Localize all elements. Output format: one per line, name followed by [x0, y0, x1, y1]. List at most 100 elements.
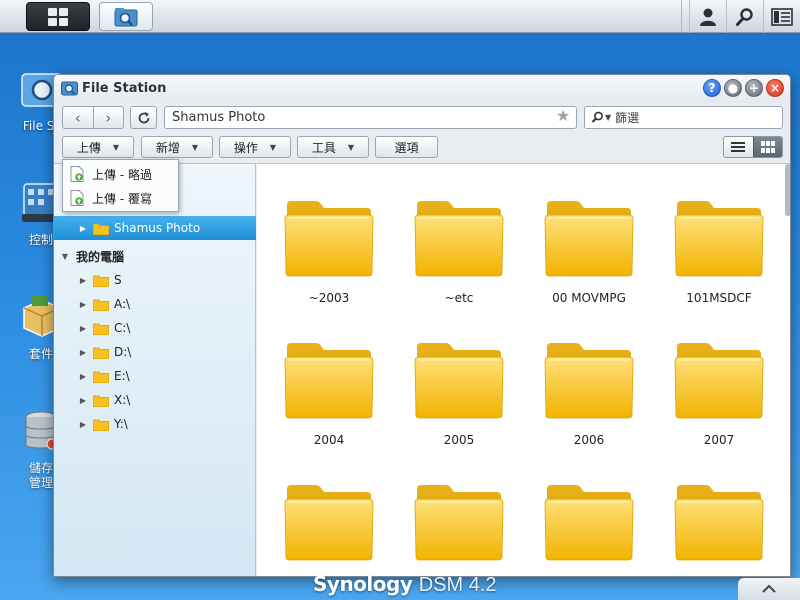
expand-arrow-icon: ▶ [79, 323, 87, 333]
window-title: File Station [82, 81, 167, 96]
folder-item[interactable]: ~etc [404, 199, 514, 305]
tree-item-drive[interactable]: ▶ E:\ [54, 364, 256, 388]
tree-item-label: C:\ [114, 321, 131, 335]
tree-item-drive[interactable]: ▶ Y:\ [54, 412, 256, 436]
folder-tree: ▶ Shamus Photo ▼ 我的電腦 ▶ S ▶ A:\ ▶ C:\ ▶ … [54, 163, 256, 576]
folder-item[interactable]: 2009 [404, 483, 514, 576]
close-button[interactable]: × [766, 79, 784, 97]
chevron-down-icon: ▼ [269, 142, 277, 152]
show-hide-desktop-button[interactable] [738, 578, 800, 600]
folder-item[interactable]: 2011 [664, 483, 774, 576]
window-titlebar[interactable]: File Station ? ● + × [54, 75, 790, 103]
tree-item-drive[interactable]: ▶ X:\ [54, 388, 256, 412]
back-button[interactable]: ‹ [63, 107, 93, 128]
tools-button[interactable]: 工具 ▼ [297, 136, 369, 158]
tree-item-label: D:\ [114, 345, 132, 359]
history-buttons: ‹ › [62, 106, 124, 129]
folder-item[interactable]: 101MSDCF [664, 199, 774, 305]
folder-icon [674, 201, 764, 277]
user-button[interactable] [689, 0, 726, 33]
file-station-icon [114, 7, 138, 26]
taskbar-file-station-button[interactable] [99, 2, 153, 31]
folder-item[interactable]: 2004 [274, 341, 384, 447]
tree-item-label: E:\ [114, 369, 130, 383]
upload-button[interactable]: 上傳 ▼ [62, 136, 134, 158]
tree-item-label: Y:\ [114, 417, 128, 431]
tree-item-my-computer[interactable]: ▼ 我的電腦 [54, 244, 256, 268]
folder-icon [93, 299, 109, 311]
tree-item-shamus-photo[interactable]: ▶ Shamus Photo [54, 216, 256, 240]
expand-arrow-icon: ▶ [79, 347, 87, 357]
folder-item[interactable]: 2005 [404, 341, 514, 447]
tree-item-label: S [114, 273, 122, 287]
menu-item-upload-skip[interactable]: 上傳 - 略過 [63, 162, 178, 186]
create-label: 新增 [155, 140, 180, 155]
star-icon[interactable]: ★ [556, 108, 570, 124]
file-grid: ~2003 ~etc 00 MOVMPG 101MSDCF 2004 2005 2006 20… [257, 163, 790, 576]
refresh-button[interactable] [130, 106, 157, 129]
create-button[interactable]: 新增 ▼ [141, 136, 213, 158]
folder-icon [674, 343, 764, 419]
folder-icon [93, 419, 109, 431]
folder-icon [414, 201, 504, 277]
tree-item-drive[interactable]: ▶ S [54, 268, 256, 292]
action-label: 操作 [233, 140, 258, 155]
tree-item-label: A:\ [114, 297, 131, 311]
folder-icon [93, 323, 109, 335]
folder-name: 2010 [534, 575, 644, 576]
help-button[interactable]: ? [703, 79, 721, 97]
folder-item[interactable]: 2010 [534, 483, 644, 576]
tree-item-drive[interactable]: ▶ A:\ [54, 292, 256, 316]
maximize-button[interactable]: + [745, 79, 763, 97]
search-button[interactable] [726, 0, 763, 33]
collapse-arrow-icon: ▼ [61, 251, 69, 261]
chevron-down-icon: ▼ [347, 142, 355, 152]
folder-icon [414, 343, 504, 419]
chevron-down-icon: ▼ [191, 142, 199, 152]
list-view-button[interactable] [724, 137, 753, 157]
tree-item-drive[interactable]: ▶ C:\ [54, 316, 256, 340]
menu-item-label: 上傳 - 略過 [92, 167, 152, 182]
folder-item[interactable]: ~2003 [274, 199, 384, 305]
widgets-button[interactable] [763, 0, 800, 33]
folder-icon [544, 485, 634, 561]
main-menu-button[interactable] [26, 2, 90, 31]
brand-name: Synology [313, 572, 413, 596]
tools-label: 工具 [311, 140, 336, 155]
thumbnail-view-button[interactable] [752, 137, 782, 157]
close-icon: × [769, 81, 781, 95]
action-button[interactable]: 操作 ▼ [219, 136, 291, 158]
folder-item[interactable]: 2006 [534, 341, 644, 447]
chevron-up-icon [762, 584, 776, 593]
widgets-icon [771, 7, 793, 26]
tree-item-drive[interactable]: ▶ D:\ [54, 340, 256, 364]
folder-icon [93, 371, 109, 383]
navigation-bar: ‹ › Shamus Photo ★ ▼ 篩選 [54, 105, 790, 131]
folder-item[interactable]: 00 MOVMPG [534, 199, 644, 305]
thumbnail-view-icon [760, 141, 775, 153]
folder-icon [284, 201, 374, 277]
minimize-button[interactable]: ● [724, 79, 742, 97]
folder-icon [414, 485, 504, 561]
expand-arrow-icon: ▶ [79, 419, 87, 429]
options-button[interactable]: 選項 [375, 136, 438, 158]
menu-item-upload-overwrite[interactable]: 上傳 - 覆寫 [63, 186, 178, 210]
search-icon [591, 111, 603, 123]
folder-item[interactable]: 2007 [664, 341, 774, 447]
refresh-icon [138, 111, 149, 123]
forward-button[interactable]: › [92, 107, 124, 128]
scrollbar-thumb[interactable] [785, 164, 790, 216]
folder-icon [93, 223, 109, 235]
folder-icon [93, 347, 109, 359]
folder-icon [93, 395, 109, 407]
folder-icon [674, 485, 764, 561]
folder-icon [544, 343, 634, 419]
folder-name: 00 MOVMPG [552, 291, 626, 305]
taskbar [0, 0, 800, 33]
filter-input[interactable]: ▼ 篩選 [584, 106, 783, 129]
path-field[interactable]: Shamus Photo [164, 106, 577, 129]
folder-name: ~etc [444, 291, 474, 305]
folder-item[interactable]: 2008 [274, 483, 384, 576]
folder-name: 2006 [573, 433, 605, 447]
folder-icon [284, 343, 374, 419]
